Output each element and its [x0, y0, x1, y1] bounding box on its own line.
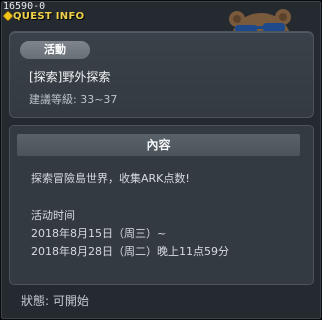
quest-description: 探索冒險島世界，收集ARK点数! — [31, 172, 190, 185]
window-title: QUEST INFO — [13, 11, 85, 22]
quest-level-requirement: 建議等級: 33~37 — [29, 93, 118, 106]
event-end-date: 2018年8月28日（周二）晚上11点59分 — [31, 245, 229, 258]
quest-status: 狀態: 可開始 — [21, 294, 89, 308]
content-header: 內容 — [17, 134, 300, 156]
quest-name: [探索]野外探索 — [29, 70, 111, 84]
quest-info-window: 16590-0 QUEST INFO 活動 [探索]野外探索 建議等級: 33~… — [0, 0, 322, 320]
quest-summary-panel: 活動 [探索]野外探索 建議等級: 33~37 — [9, 31, 314, 118]
quest-content-panel: 內容 探索冒險島世界，收集ARK点数! 活动时间 2018年8月15日（周三）~… — [9, 125, 314, 285]
quest-title-icon — [3, 11, 13, 21]
quest-type-badge: 活動 — [20, 41, 90, 59]
event-period-label: 活动时间 — [31, 209, 75, 222]
event-start-date: 2018年8月15日（周三）~ — [31, 227, 167, 240]
